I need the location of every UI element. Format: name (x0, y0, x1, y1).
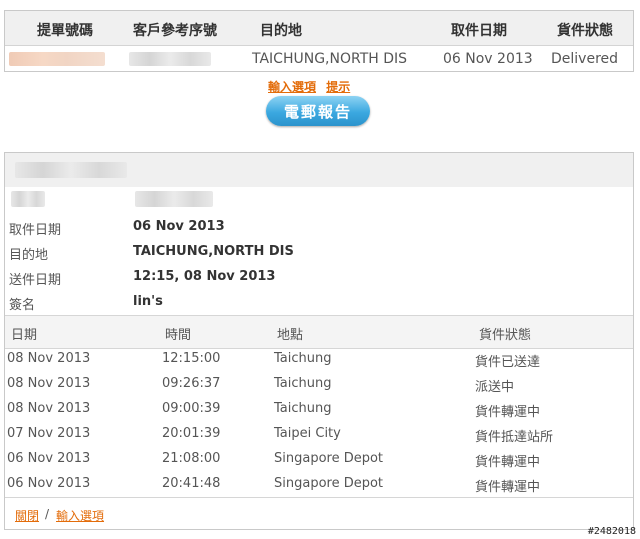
event-status: 貨件已送達 (475, 355, 541, 370)
summary-header-row: 提單號碼 客戶參考序號 目的地 取件日期 貨件狀態 (5, 11, 633, 46)
summary-status: Delivered (551, 51, 619, 67)
footer-input-options-link[interactable]: 輸入選項 (56, 507, 104, 524)
event-date: 08 Nov 2013 (7, 401, 91, 416)
event-location: Singapore Depot (274, 451, 384, 466)
pickup-date-value: 06 Nov 2013 (133, 219, 225, 234)
header-pickup-date: 取件日期 (451, 23, 507, 39)
events-header-date: 日期 (11, 328, 38, 343)
event-date: 08 Nov 2013 (7, 351, 91, 366)
event-location: Taichung (274, 376, 332, 391)
events-header-time: 時間 (165, 328, 192, 343)
watermark: #2482018 (587, 526, 636, 537)
signature-label: 簽名 (9, 298, 36, 313)
event-row: 08 Nov 2013 12:15:00 Taichung 貨件已送達 (5, 348, 633, 373)
delivery-date-label: 送件日期 (9, 273, 62, 288)
close-link[interactable]: 關閉 (15, 507, 39, 524)
header-destination: 目的地 (260, 23, 302, 39)
event-date: 08 Nov 2013 (7, 376, 91, 391)
event-status: 貨件抵達站所 (475, 430, 554, 445)
event-date: 06 Nov 2013 (7, 476, 91, 491)
event-row: 07 Nov 2013 20:01:39 Taipei City 貨件抵達站所 (5, 423, 633, 448)
detail-title-bar (5, 153, 633, 187)
event-time: 09:00:39 (162, 401, 221, 416)
top-links: 輸入選項 提示 (268, 78, 350, 95)
input-options-link[interactable]: 輸入選項 (268, 80, 316, 94)
header-waybill-number: 提單號碼 (37, 23, 93, 39)
destination-label: 目的地 (9, 248, 49, 263)
redacted-waybill-number[interactable] (9, 52, 105, 66)
delivery-date-value: 12:15, 08 Nov 2013 (133, 269, 276, 284)
signature-value: lin's (133, 294, 163, 309)
event-location: Taichung (274, 401, 332, 416)
email-report-button[interactable]: 電郵報告 (266, 96, 370, 126)
event-status: 貨件轉運中 (475, 480, 541, 495)
shipment-detail-panel: 取件日期 06 Nov 2013 目的地 TAICHUNG,NORTH DIS … (4, 152, 634, 530)
event-row: 06 Nov 2013 20:41:48 Singapore Depot 貨件轉… (5, 473, 633, 498)
redacted-waybill-label (11, 191, 45, 207)
pickup-date-label: 取件日期 (9, 223, 62, 238)
header-customer-reference: 客戶參考序號 (133, 23, 217, 39)
events-header-location: 地點 (277, 328, 304, 343)
event-row: 08 Nov 2013 09:00:39 Taichung 貨件轉運中 (5, 398, 633, 423)
event-location: Taipei City (274, 426, 341, 441)
redacted-customer-reference (129, 52, 211, 66)
event-status: 貨件轉運中 (475, 405, 541, 420)
summary-data-row[interactable]: TAICHUNG,NORTH DIS 06 Nov 2013 Delivered (5, 46, 633, 73)
redacted-detail-title (15, 162, 127, 178)
event-row: 06 Nov 2013 21:08:00 Singapore Depot 貨件轉… (5, 448, 633, 473)
event-row: 08 Nov 2013 09:26:37 Taichung 派送中 (5, 373, 633, 398)
event-time: 20:01:39 (162, 426, 221, 441)
redacted-waybill-value (135, 191, 213, 207)
event-date: 06 Nov 2013 (7, 451, 91, 466)
shipment-summary-table: 提單號碼 客戶參考序號 目的地 取件日期 貨件狀態 TAICHUNG,NORTH… (4, 10, 634, 72)
event-status: 派送中 (475, 380, 515, 395)
event-time: 20:41:48 (162, 476, 221, 491)
detail-footer: 關閉 / 輸入選項 (5, 497, 633, 530)
event-time: 21:08:00 (162, 451, 221, 466)
footer-separator: / (45, 507, 50, 521)
event-location: Singapore Depot (274, 476, 384, 491)
destination-value: TAICHUNG,NORTH DIS (133, 244, 294, 259)
event-time: 09:26:37 (162, 376, 221, 391)
header-shipment-status: 貨件狀態 (557, 23, 613, 39)
summary-destination: TAICHUNG,NORTH DIS (252, 51, 408, 67)
event-date: 07 Nov 2013 (7, 426, 91, 441)
summary-pickup-date: 06 Nov 2013 (443, 51, 533, 67)
tips-link[interactable]: 提示 (326, 80, 350, 94)
event-time: 12:15:00 (162, 351, 221, 366)
event-location: Taichung (274, 351, 332, 366)
events-header-status: 貨件狀態 (479, 328, 532, 343)
event-status: 貨件轉運中 (475, 455, 541, 470)
events-header-row: 日期 時間 地點 貨件狀態 (5, 315, 633, 349)
